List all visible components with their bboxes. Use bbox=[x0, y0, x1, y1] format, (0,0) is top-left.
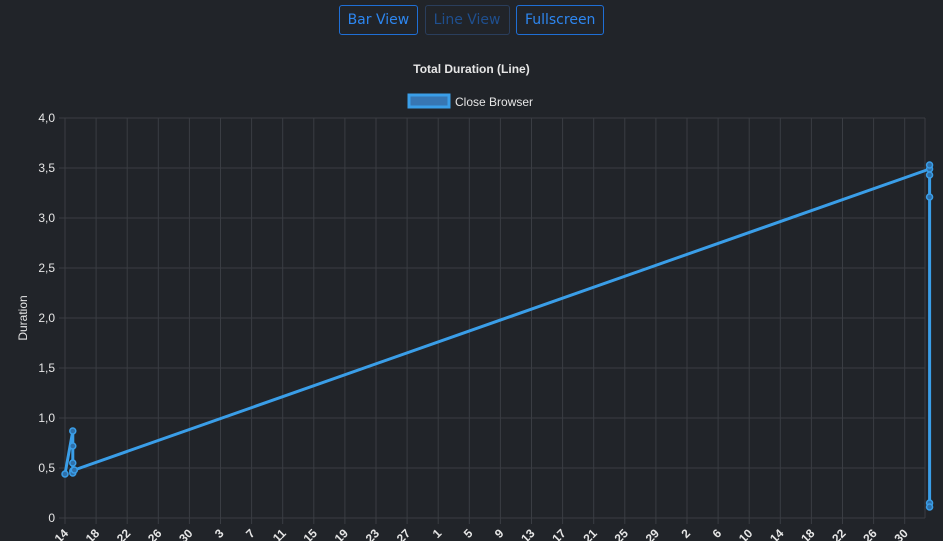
x-tick-label: 22 bbox=[829, 526, 849, 541]
x-tick-label: 30 bbox=[176, 526, 196, 541]
y-tick-label: 1,0 bbox=[38, 411, 55, 425]
x-tick-label: 17 bbox=[549, 526, 569, 541]
y-axis-label: Duration bbox=[16, 295, 30, 340]
y-tick-label: 3,5 bbox=[38, 161, 55, 175]
x-tick-label: 6 bbox=[710, 526, 725, 541]
data-point[interactable] bbox=[925, 193, 934, 201]
x-tick-label: 19 bbox=[332, 526, 352, 541]
x-tick-label: 18 bbox=[798, 526, 818, 541]
data-point[interactable] bbox=[925, 171, 934, 179]
x-tick-label: 13 bbox=[518, 526, 538, 541]
y-tick-label: 2,0 bbox=[38, 311, 55, 325]
x-tick-label: 11 bbox=[270, 526, 289, 541]
data-point[interactable] bbox=[69, 459, 77, 467]
x-tick-label: 15 bbox=[301, 526, 321, 541]
series-layer bbox=[61, 161, 934, 511]
x-tick-label: 2 bbox=[678, 526, 693, 541]
y-tick-label: 2,5 bbox=[38, 261, 55, 275]
data-point[interactable] bbox=[69, 427, 77, 435]
y-tick-label: 1,5 bbox=[38, 361, 55, 375]
x-tick-label: 3 bbox=[212, 526, 227, 541]
x-tick-label: 26 bbox=[860, 526, 880, 541]
x-tick-label: 27 bbox=[394, 526, 414, 541]
x-tick-label: 14 bbox=[767, 526, 787, 541]
x-tick-label: 29 bbox=[643, 526, 663, 541]
y-tick-label: 0,5 bbox=[38, 461, 55, 475]
x-tick-label: 14 bbox=[52, 526, 72, 541]
x-tick-label: 30 bbox=[891, 526, 911, 541]
legend-label: Close Browser bbox=[455, 95, 533, 109]
x-tick-label: 7 bbox=[243, 526, 258, 541]
data-point[interactable] bbox=[69, 442, 77, 450]
x-tick-label: 10 bbox=[736, 526, 756, 541]
x-tick-label: 18 bbox=[83, 526, 103, 541]
y-tick-label: 4,0 bbox=[38, 111, 55, 125]
chart-title: Total Duration (Line) bbox=[413, 62, 529, 76]
x-tick-label: 23 bbox=[363, 526, 383, 541]
x-tick-label: 25 bbox=[612, 526, 632, 541]
x-tick-label: 1 bbox=[430, 526, 445, 541]
data-point[interactable] bbox=[925, 161, 934, 169]
duration-line-chart: 00,51,01,52,02,53,03,54,014 18 22 26 30 3 7 11 1… bbox=[16, 62, 934, 541]
chart-grid bbox=[59, 117, 926, 524]
x-tick-label: 22 bbox=[114, 526, 134, 541]
x-tick-label: 26 bbox=[145, 526, 165, 541]
legend-swatch bbox=[407, 93, 451, 109]
data-point[interactable] bbox=[61, 470, 69, 478]
series-line-close-browser bbox=[63, 163, 932, 507]
y-tick-label: 0 bbox=[48, 511, 55, 525]
y-tick-label: 3,0 bbox=[38, 211, 55, 225]
chart-legend[interactable]: Close Browser bbox=[407, 93, 533, 109]
data-point[interactable] bbox=[925, 503, 934, 511]
x-tick-label: 9 bbox=[492, 526, 507, 541]
x-tick-label: 21 bbox=[580, 526, 600, 541]
x-tick-label: 5 bbox=[461, 526, 476, 541]
data-point[interactable] bbox=[70, 466, 79, 474]
